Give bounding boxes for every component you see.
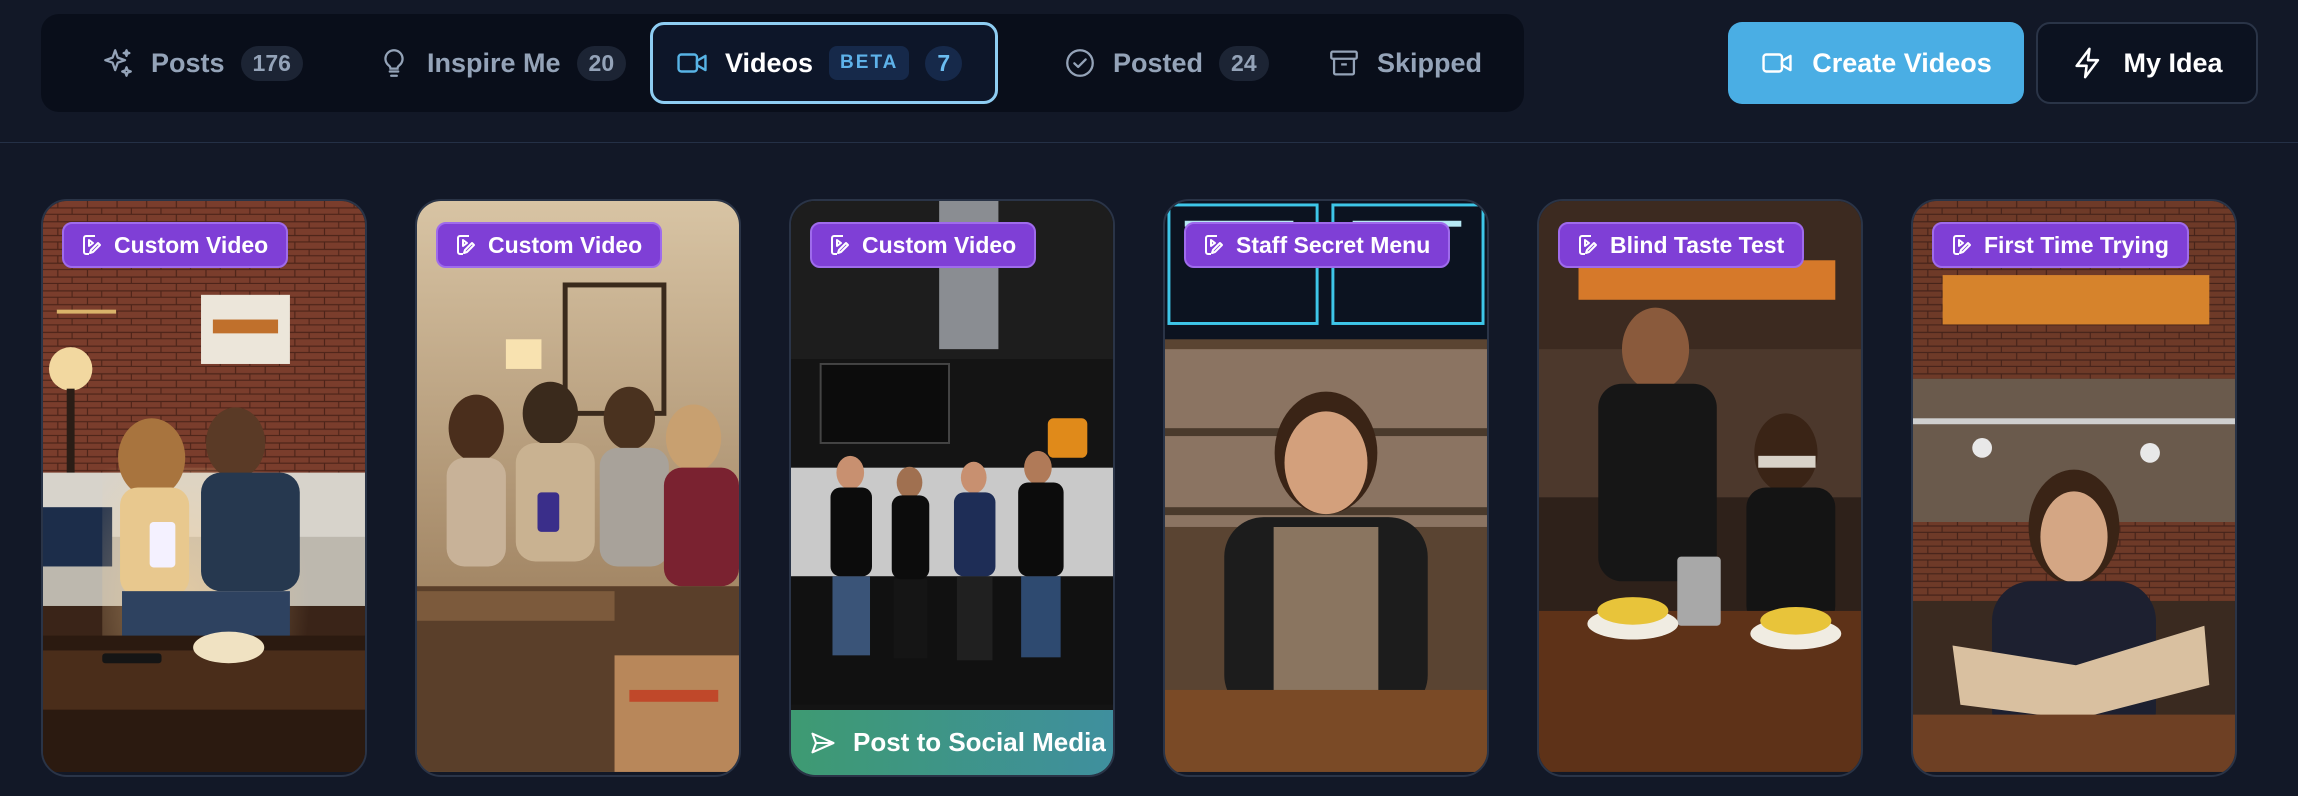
archive-icon — [1330, 50, 1358, 76]
card-badge: First Time Trying — [1932, 222, 2189, 268]
send-icon — [811, 732, 835, 753]
create-videos-button[interactable]: Create Videos — [1728, 22, 2024, 104]
tab-label: Skipped — [1377, 47, 1483, 78]
my-idea-button[interactable]: My Idea — [2036, 22, 2258, 104]
tab-bar: Posts 176 Inspire Me 20 Videos BETA 7 Po… — [41, 14, 1524, 112]
friends-living-room-photo — [417, 201, 739, 772]
video-camera-icon — [1762, 53, 1792, 73]
friends-on-couch-photo — [43, 201, 365, 772]
tab-label: Videos — [725, 47, 814, 78]
card-badge: Custom Video — [62, 222, 289, 268]
card-badge: Custom Video — [810, 222, 1037, 268]
tab-label: Posts — [151, 47, 225, 78]
smiling-staff-apron-photo — [1165, 201, 1487, 772]
card-badge: Blind Taste Test — [1558, 222, 1805, 268]
tab-count: 176 — [240, 45, 303, 81]
video-card[interactable]: First Time Trying — [1911, 199, 2237, 777]
create-videos-label: Create Videos — [1812, 47, 1992, 78]
video-card[interactable]: Custom Video — [41, 199, 367, 777]
card-badge-label: Blind Taste Test — [1610, 231, 1785, 258]
lightning-icon — [2075, 47, 2100, 79]
card-badge-label: Custom Video — [488, 231, 643, 258]
beta-badge: BETA — [829, 46, 910, 80]
tab-count: 7 — [925, 45, 963, 81]
card-badge-label: First Time Trying — [1984, 231, 2169, 258]
video-edit-icon — [1205, 235, 1223, 255]
card-badge: Staff Secret Menu — [1184, 222, 1451, 268]
video-edit-icon — [457, 235, 475, 255]
team-waving-restaurant-photo — [791, 201, 1113, 772]
tab-label: Inspire Me — [427, 47, 561, 78]
tab-posted[interactable]: Posted 24 — [1041, 22, 1291, 104]
post-to-social-media-label: Post to Social Media — [853, 727, 1106, 757]
my-idea-label: My Idea — [2123, 47, 2223, 78]
lightbulb-icon — [384, 49, 404, 77]
top-bar: Posts 176 Inspire Me 20 Videos BETA 7 Po… — [0, 0, 2298, 143]
sparkles-icon — [104, 49, 132, 77]
tab-count: 24 — [1219, 45, 1269, 81]
post-to-social-media-button[interactable]: Post to Social Media — [791, 710, 1113, 775]
tab-skipped[interactable]: Skipped — [1305, 22, 1504, 104]
card-badge: Custom Video — [436, 222, 663, 268]
video-edit-icon — [1953, 235, 1971, 255]
video-card[interactable]: Custom Video — [415, 199, 741, 777]
video-card[interactable]: Staff Secret Menu — [1163, 199, 1489, 777]
card-badge-label: Staff Secret Menu — [1236, 231, 1431, 258]
video-camera-icon — [677, 53, 707, 73]
video-edit-icon — [1579, 235, 1597, 255]
woman-reading-menu-photo — [1913, 201, 2235, 772]
tab-videos[interactable]: Videos BETA 7 — [650, 22, 998, 104]
blind-taste-test-photo — [1539, 201, 1861, 772]
check-circle-icon — [1066, 49, 1094, 77]
video-card[interactable]: Blind Taste Test — [1537, 199, 1863, 777]
tab-label: Posted — [1113, 47, 1204, 78]
video-edit-icon — [831, 235, 849, 255]
tab-count: 20 — [576, 45, 627, 81]
card-badge-label: Custom Video — [862, 231, 1017, 258]
tab-posts[interactable]: Posts 176 — [79, 22, 325, 104]
video-edit-icon — [83, 235, 101, 255]
video-card[interactable]: Custom Video Post to Social Media — [789, 199, 1115, 777]
card-badge-label: Custom Video — [114, 231, 269, 258]
tab-inspire-me[interactable]: Inspire Me 20 — [355, 22, 648, 104]
